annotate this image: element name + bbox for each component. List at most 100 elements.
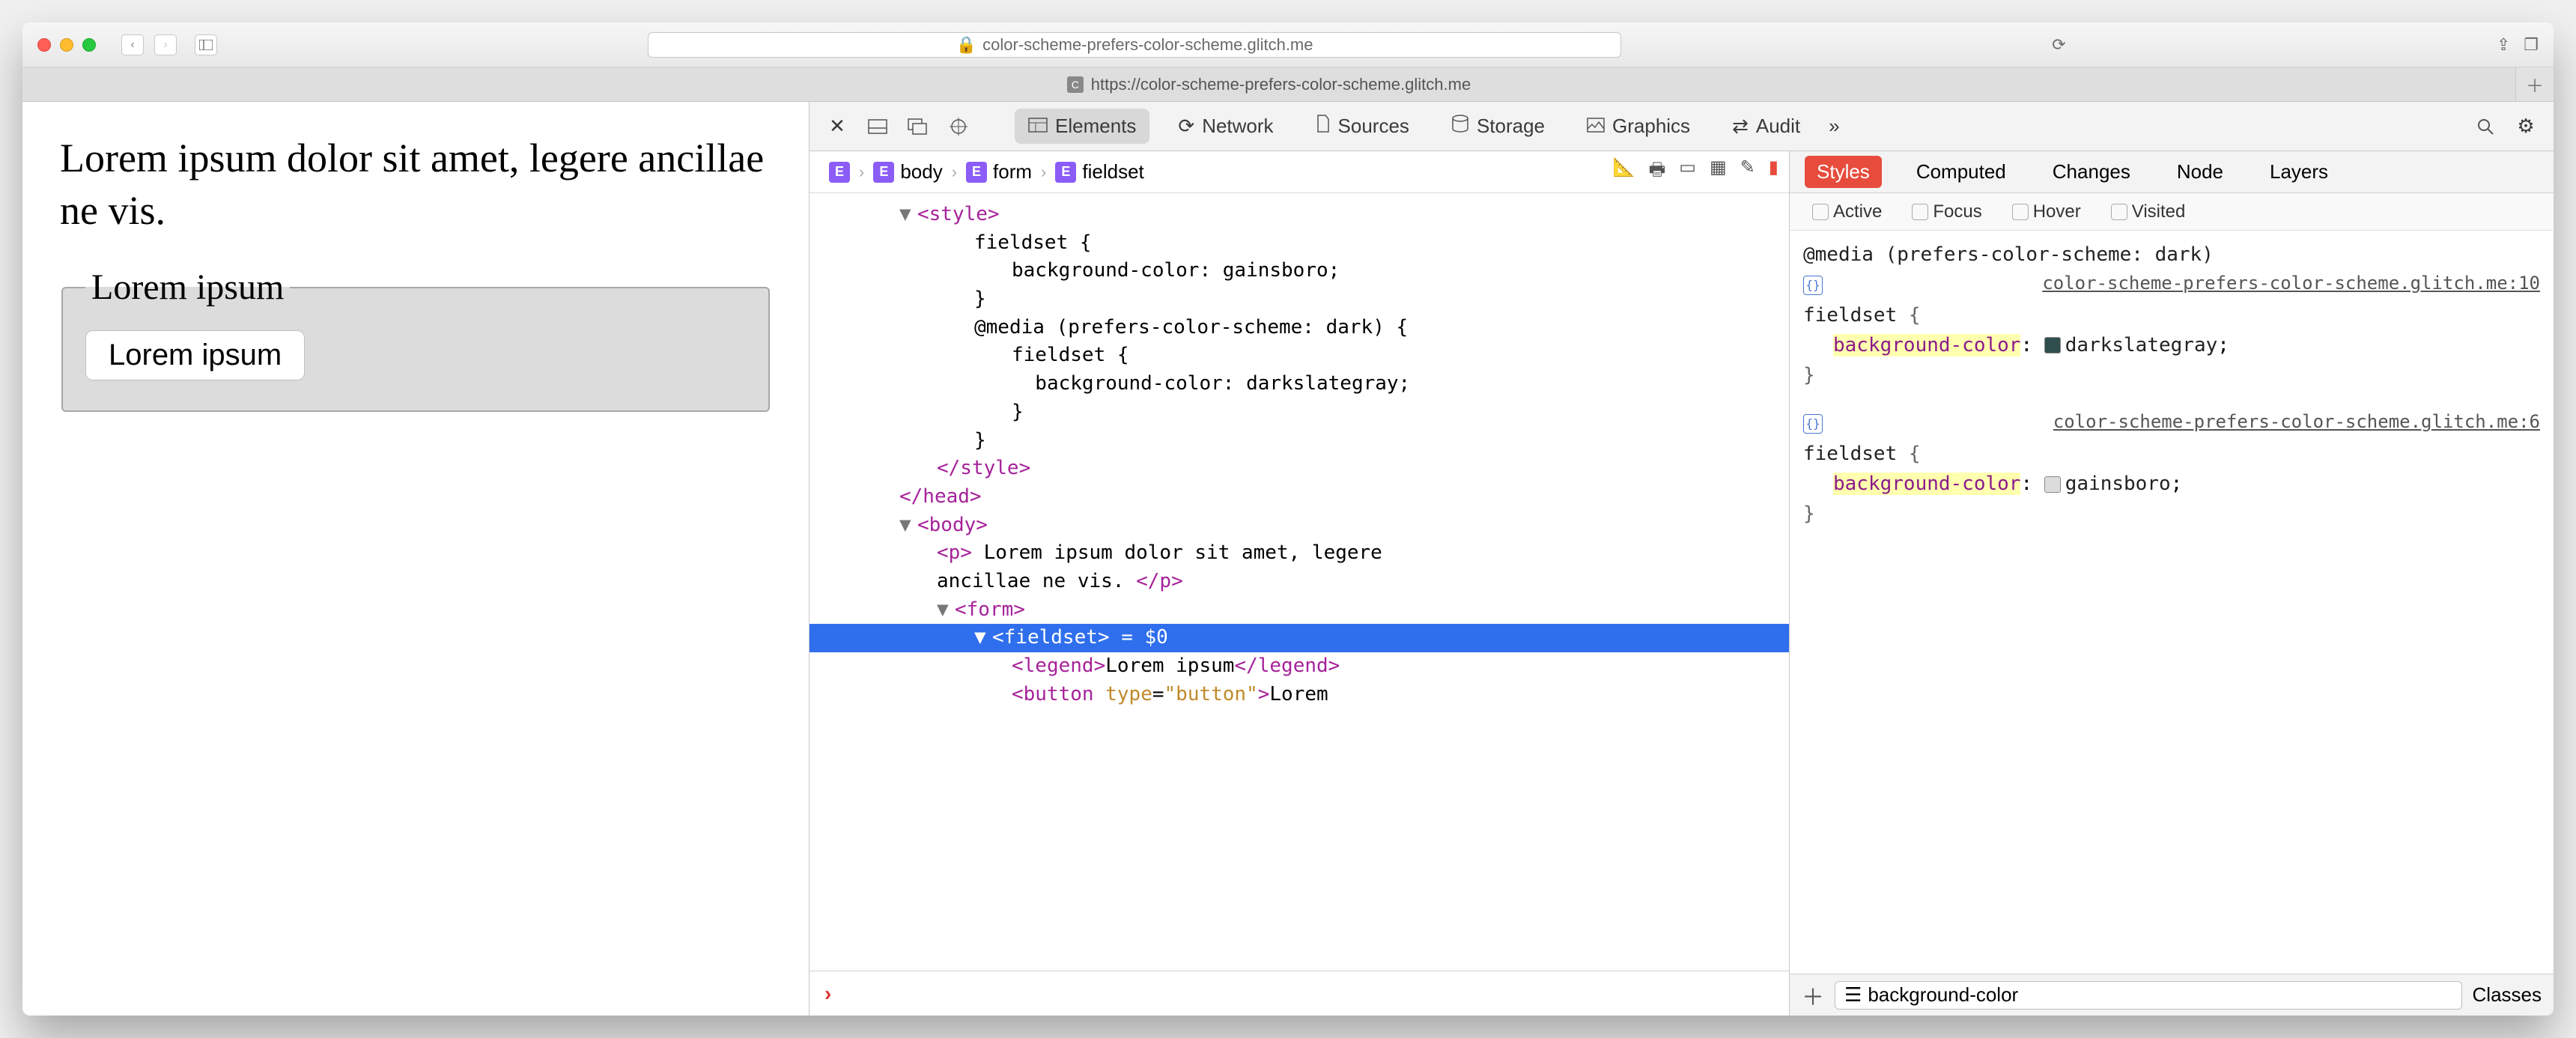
more-tabs-icon[interactable]: » bbox=[1829, 115, 1839, 138]
back-button[interactable]: ‹ bbox=[121, 34, 144, 55]
search-icon[interactable] bbox=[2473, 114, 2498, 139]
color-swatch-gainsboro[interactable] bbox=[2044, 476, 2061, 493]
dom-line[interactable]: background-color: darkslategray; bbox=[809, 370, 1789, 398]
reload-button[interactable]: ⟳ bbox=[2052, 35, 2065, 55]
dom-line[interactable]: ▼<fieldset> = $0 bbox=[809, 624, 1789, 652]
color-swatch-darkslategray[interactable] bbox=[2044, 337, 2061, 353]
graphics-icon bbox=[1587, 115, 1605, 138]
titlebar: ‹ › 🔒 color-scheme-prefers-color-scheme.… bbox=[22, 22, 2554, 67]
layout-icon[interactable]: ▮ bbox=[1769, 157, 1778, 187]
tab-elements[interactable]: Elements bbox=[1015, 109, 1149, 144]
tab-changes[interactable]: Changes bbox=[2041, 156, 2142, 188]
preview-fieldset: Lorem ipsum Lorem ipsum bbox=[61, 267, 770, 412]
filter-styles-input[interactable]: ☰ background-color bbox=[1835, 981, 2462, 1010]
dom-line[interactable]: } bbox=[809, 427, 1789, 455]
rule1-media: @media (prefers-color-scheme: dark) bbox=[1803, 240, 2540, 270]
forward-button[interactable]: › bbox=[154, 34, 177, 55]
tab-storage[interactable]: Storage bbox=[1438, 109, 1558, 144]
style-rules[interactable]: @media (prefers-color-scheme: dark) {} c… bbox=[1790, 231, 2554, 974]
rule1-property[interactable]: background-color bbox=[1833, 334, 2020, 356]
crumb-fieldset[interactable]: Efieldset bbox=[1046, 160, 1152, 183]
minimize-window-button[interactable] bbox=[60, 38, 73, 52]
dom-line[interactable]: <p> Lorem ipsum dolor sit amet, legere bbox=[809, 539, 1789, 568]
preview-button[interactable]: Lorem ipsum bbox=[85, 330, 305, 380]
elements-panel: E › Ebody › Eform › Efieldset 📐 🖶 ▭ ▦ ✎ bbox=[809, 151, 1790, 1016]
rule1-source-link[interactable]: color-scheme-prefers-color-scheme.glitch… bbox=[2042, 270, 2540, 297]
crumb-root[interactable]: E bbox=[820, 162, 859, 183]
breadcrumbs: E › Ebody › Eform › Efieldset 📐 🖶 ▭ ▦ ✎ bbox=[809, 151, 1789, 193]
console-prompt[interactable]: › bbox=[809, 971, 1789, 1016]
dock-bottom-icon[interactable] bbox=[865, 114, 890, 139]
ruler-icon[interactable]: 📐 bbox=[1613, 157, 1635, 187]
device-icon[interactable]: ▭ bbox=[1679, 157, 1696, 187]
add-rule-button[interactable]: ＋ bbox=[1802, 979, 1824, 1012]
tabs-overview-button[interactable]: ❐ bbox=[2524, 35, 2539, 55]
dom-line[interactable]: } bbox=[809, 285, 1789, 314]
dom-line[interactable]: </head> bbox=[809, 483, 1789, 512]
dom-line[interactable]: fieldset { bbox=[809, 342, 1789, 370]
styles-sidebar: Styles Computed Changes Node Layers Acti… bbox=[1790, 151, 2554, 1016]
sidebar-toggle-button[interactable] bbox=[195, 34, 217, 55]
rule2-property[interactable]: background-color bbox=[1833, 473, 2020, 495]
storage-icon bbox=[1451, 115, 1469, 138]
settings-gear-icon[interactable]: ⚙ bbox=[2513, 114, 2539, 139]
dom-line[interactable]: ▼<style> bbox=[809, 201, 1789, 229]
preview-paragraph: Lorem ipsum dolor sit amet, legere ancil… bbox=[60, 132, 771, 237]
toggle-active[interactable]: Active bbox=[1812, 201, 1882, 222]
rule2-value[interactable]: gainsboro bbox=[2065, 473, 2171, 495]
style-rule-2: {} color-scheme-prefers-color-scheme.gli… bbox=[1803, 408, 2540, 529]
devtools-toolbar: ✕ Elements ⟳ bbox=[809, 102, 2554, 151]
dom-line[interactable]: <button type="button">Lorem bbox=[809, 681, 1789, 709]
dom-line[interactable]: ancillae ne vis. </p> bbox=[809, 568, 1789, 596]
zoom-window-button[interactable] bbox=[82, 38, 96, 52]
dom-line[interactable]: ▼<form> bbox=[809, 596, 1789, 625]
close-devtools-icon[interactable]: ✕ bbox=[824, 114, 850, 139]
tab-favicon: C bbox=[1067, 76, 1084, 93]
rule2-source-link[interactable]: color-scheme-prefers-color-scheme.glitch… bbox=[2053, 408, 2540, 436]
audit-icon: ⇄ bbox=[1732, 115, 1749, 138]
dock-side-icon[interactable] bbox=[905, 114, 931, 139]
elements-icon bbox=[1028, 115, 1048, 138]
tab-computed[interactable]: Computed bbox=[1904, 156, 2018, 188]
target-icon[interactable] bbox=[946, 114, 971, 139]
browser-tab[interactable]: C https://color-scheme-prefers-color-sch… bbox=[22, 67, 2516, 101]
page-preview: Lorem ipsum dolor sit amet, legere ancil… bbox=[22, 102, 809, 1016]
address-bar[interactable]: 🔒 color-scheme-prefers-color-scheme.glit… bbox=[648, 32, 1621, 58]
tab-audit[interactable]: ⇄ Audit bbox=[1719, 109, 1814, 144]
share-button[interactable]: ⇪ bbox=[2497, 35, 2510, 55]
dom-line[interactable]: ▼<body> bbox=[809, 512, 1789, 540]
crumb-body[interactable]: Ebody bbox=[864, 160, 951, 183]
preview-legend: Lorem ipsum bbox=[85, 267, 290, 308]
toggle-focus[interactable]: Focus bbox=[1912, 201, 1981, 222]
close-window-button[interactable] bbox=[37, 38, 51, 52]
brush-icon[interactable]: ✎ bbox=[1740, 157, 1755, 187]
style-rule-1: @media (prefers-color-scheme: dark) {} c… bbox=[1803, 240, 2540, 390]
address-text: color-scheme-prefers-color-scheme.glitch… bbox=[982, 35, 1313, 55]
dom-line[interactable]: <legend>Lorem ipsum</legend> bbox=[809, 652, 1789, 681]
dom-line[interactable]: @media (prefers-color-scheme: dark) { bbox=[809, 314, 1789, 342]
tab-graphics[interactable]: Graphics bbox=[1573, 109, 1704, 144]
print-icon[interactable]: 🖶 bbox=[1649, 157, 1666, 187]
tab-node[interactable]: Node bbox=[2165, 156, 2235, 188]
dom-tree[interactable]: ▼<style>fieldset {background-color: gain… bbox=[809, 193, 1789, 971]
toggle-hover[interactable]: Hover bbox=[2012, 201, 2081, 222]
lock-icon: 🔒 bbox=[956, 35, 976, 55]
dom-line[interactable]: } bbox=[809, 398, 1789, 427]
dom-line[interactable]: </style> bbox=[809, 455, 1789, 483]
sources-icon bbox=[1316, 115, 1331, 138]
pseudo-class-toggles: Active Focus Hover Visited bbox=[1790, 193, 2554, 231]
tab-sources[interactable]: Sources bbox=[1302, 109, 1423, 144]
dom-line[interactable]: background-color: gainsboro; bbox=[809, 257, 1789, 285]
crumb-form[interactable]: Eform bbox=[957, 160, 1041, 183]
new-tab-button[interactable]: ＋ bbox=[2516, 71, 2554, 97]
tab-layers[interactable]: Layers bbox=[2258, 156, 2340, 188]
dom-line[interactable]: fieldset { bbox=[809, 229, 1789, 258]
tab-network[interactable]: ⟳ Network bbox=[1164, 109, 1287, 144]
grid-icon[interactable]: ▦ bbox=[1710, 157, 1727, 187]
rule1-value[interactable]: darkslategray bbox=[2065, 334, 2218, 356]
tab-bar: C https://color-scheme-prefers-color-sch… bbox=[22, 67, 2554, 102]
toggle-visited[interactable]: Visited bbox=[2111, 201, 2186, 222]
classes-button[interactable]: Classes bbox=[2473, 983, 2542, 1007]
stylesheet-icon: {} bbox=[1803, 414, 1823, 434]
tab-styles[interactable]: Styles bbox=[1805, 156, 1882, 188]
